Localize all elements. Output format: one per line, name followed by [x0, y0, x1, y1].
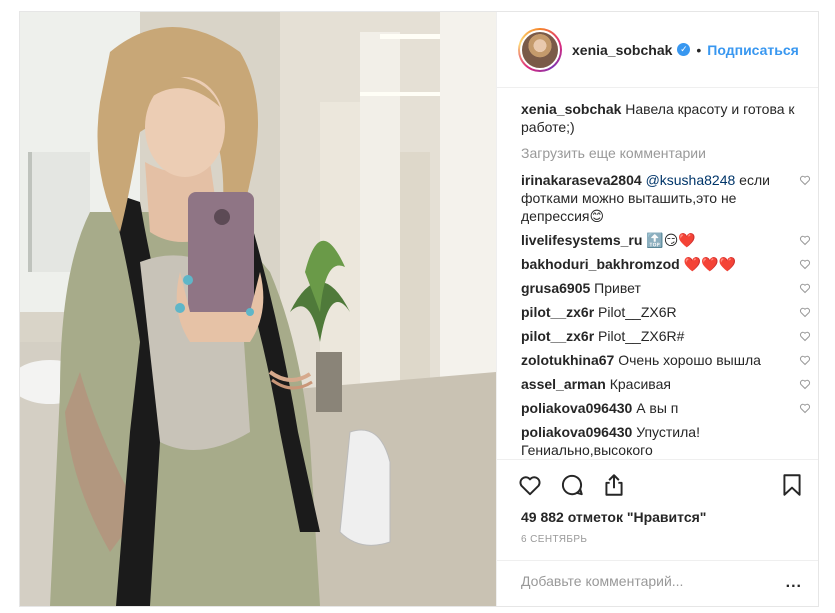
verified-badge-icon: ✓ — [677, 43, 691, 56]
comment-bubble-icon[interactable] — [559, 472, 585, 498]
comment-row: pilot__zx6r Pilot__ZX6R — [521, 303, 811, 321]
comment-text: Привет — [594, 280, 641, 296]
comment-row: assel_arman Красивая — [521, 375, 811, 393]
comment-like-heart-icon[interactable] — [799, 402, 811, 414]
avatar[interactable] — [518, 27, 562, 72]
comment-row: pilot__zx6r Pilot__ZX6R# — [521, 327, 811, 345]
post-caption: xenia_sobchak Навела красоту и готова к … — [521, 100, 811, 136]
post-date[interactable]: 6 СЕНТЯБРЬ — [521, 534, 587, 545]
comment-like-heart-icon[interactable] — [799, 174, 811, 186]
comment-text: 🔝😏❤️ — [646, 232, 696, 248]
like-heart-icon[interactable] — [517, 472, 543, 498]
action-bar — [497, 459, 818, 509]
comment-text: Pilot__ZX6R — [598, 304, 677, 320]
add-comment-bar: ... — [497, 560, 818, 606]
load-more-comments-button[interactable]: Загрузить еще комментарии — [521, 144, 811, 162]
comment-username[interactable]: bakhoduri_bakhromzod — [521, 256, 680, 272]
comment-row: livelifesystems_ru 🔝😏❤️ — [521, 231, 811, 249]
comment-row: poliakova096430 А вы п — [521, 399, 811, 417]
comment-row: grusa6905 Привет — [521, 279, 811, 297]
comment-row: irinakaraseva2804 @ksusha8248 если фотка… — [521, 171, 811, 225]
comments-list: xenia_sobchak Навела красоту и готова к … — [521, 100, 811, 465]
selfie-image — [20, 12, 496, 606]
comment-username[interactable]: poliakova096430 — [521, 424, 632, 440]
likes-count[interactable]: 49 882 отметок "Нравится" — [521, 509, 706, 525]
comment-like-heart-icon[interactable] — [799, 282, 811, 294]
avatar-image — [520, 29, 560, 70]
post-side-panel: xenia_sobchak ✓ • Подписаться xenia_sobc… — [496, 12, 818, 606]
comment-like-heart-icon[interactable] — [799, 306, 811, 318]
comment-username[interactable]: livelifesystems_ru — [521, 232, 642, 248]
comment-text: Красивая — [609, 376, 671, 392]
header-separator: • — [696, 41, 702, 58]
comment-mention[interactable]: @ksusha8248 — [646, 172, 736, 188]
post-header: xenia_sobchak ✓ • Подписаться — [497, 12, 818, 88]
share-upload-icon[interactable] — [601, 472, 627, 498]
comment-like-heart-icon[interactable] — [799, 378, 811, 390]
comment-username[interactable]: pilot__zx6r — [521, 328, 594, 344]
comment-like-heart-icon[interactable] — [799, 330, 811, 342]
header-username[interactable]: xenia_sobchak — [572, 42, 672, 58]
comment-like-heart-icon[interactable] — [799, 258, 811, 270]
comment-text: ❤️❤️❤️ — [683, 256, 736, 272]
comment-like-heart-icon[interactable] — [799, 354, 811, 366]
comment-row: zolotukhina67 Очень хорошо вышла — [521, 351, 811, 369]
comment-username[interactable]: assel_arman — [521, 376, 606, 392]
post-photo[interactable] — [20, 12, 496, 606]
comment-text: Очень хорошо вышла — [618, 352, 761, 368]
comment-row: bakhoduri_bakhromzod ❤️❤️❤️ — [521, 255, 811, 273]
comment-username[interactable]: grusa6905 — [521, 280, 590, 296]
more-options-button[interactable]: ... — [786, 574, 802, 592]
instagram-post: xenia_sobchak ✓ • Подписаться xenia_sobc… — [19, 11, 819, 607]
comment-text: Pilot__ZX6R# — [598, 328, 685, 344]
comment-text: А вы п — [636, 400, 679, 416]
comment-row: poliakova096430 Упустила! Гениально,высо… — [521, 423, 811, 459]
comment-username[interactable]: irinakaraseva2804 — [521, 172, 642, 188]
comment-username[interactable]: pilot__zx6r — [521, 304, 594, 320]
caption-username[interactable]: xenia_sobchak — [521, 101, 621, 117]
comment-username[interactable]: zolotukhina67 — [521, 352, 614, 368]
comment-like-heart-icon[interactable] — [799, 234, 811, 246]
bookmark-save-icon[interactable] — [779, 472, 805, 498]
add-comment-input[interactable] — [521, 573, 771, 589]
comment-username[interactable]: poliakova096430 — [521, 400, 632, 416]
follow-button[interactable]: Подписаться — [707, 42, 799, 58]
